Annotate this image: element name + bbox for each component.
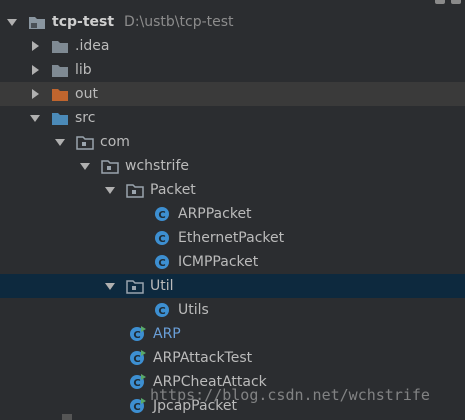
svg-text:C: C xyxy=(133,378,140,389)
svg-text:C: C xyxy=(158,306,165,317)
source-folder-icon xyxy=(51,110,69,126)
tree-row-out[interactable]: out xyxy=(0,82,465,106)
folder-label: src xyxy=(75,110,96,126)
class-label: ARP xyxy=(153,326,181,342)
class-icon: C xyxy=(154,206,172,222)
project-path: D:\ustb\tcp-test xyxy=(124,14,234,30)
tree-row-arppacket[interactable]: C ARPPacket xyxy=(0,202,465,226)
toolbar-button-icon[interactable] xyxy=(451,0,461,4)
chevron-down-icon[interactable] xyxy=(104,184,116,196)
class-icon: C xyxy=(154,230,172,246)
toolbar-button-icon[interactable] xyxy=(435,0,445,4)
package-label: Packet xyxy=(150,182,196,198)
project-name: tcp-test xyxy=(52,14,115,30)
tree-row-utils[interactable]: C Utils xyxy=(0,298,465,322)
class-label: ICMPPacket xyxy=(178,254,259,270)
runnable-class-icon: C xyxy=(129,398,147,414)
class-label: JpcapPacket xyxy=(153,398,237,414)
class-label: ARPCheatAttack xyxy=(153,374,267,390)
folder-label: out xyxy=(75,86,98,102)
class-label: ARPPacket xyxy=(178,206,252,222)
svg-text:C: C xyxy=(133,402,140,413)
tree-row-wchstrife[interactable]: wchstrife xyxy=(0,154,465,178)
class-icon: C xyxy=(154,254,172,270)
class-label: ARPAttackTest xyxy=(153,350,253,366)
chevron-down-icon[interactable] xyxy=(54,136,66,148)
folder-label: .idea xyxy=(75,38,110,54)
tree-row-ethernetpacket[interactable]: C EthernetPacket xyxy=(0,226,465,250)
svg-text:C: C xyxy=(133,354,140,365)
package-icon xyxy=(101,158,119,174)
folder-icon xyxy=(51,62,69,78)
tree-row-arpcheatattack[interactable]: C ARPCheatAttack xyxy=(0,370,465,394)
runnable-class-icon: C xyxy=(129,326,147,342)
tree-row-src[interactable]: src xyxy=(0,106,465,130)
runnable-class-icon: C xyxy=(129,350,147,366)
tree-row-project-root[interactable]: tcp-test D:\ustb\tcp-test xyxy=(0,10,465,34)
tree-row-icmppacket[interactable]: C ICMPPacket xyxy=(0,250,465,274)
scrollbar-thumb[interactable] xyxy=(62,414,72,420)
tree-row-idea[interactable]: .idea xyxy=(0,34,465,58)
folder-icon xyxy=(51,38,69,54)
class-icon: C xyxy=(154,302,172,318)
runnable-class-icon: C xyxy=(129,374,147,390)
project-tree: tcp-test D:\ustb\tcp-test .idea lib out xyxy=(0,0,465,420)
package-icon xyxy=(126,182,144,198)
class-label: EthernetPacket xyxy=(178,230,285,246)
chevron-down-icon[interactable] xyxy=(104,280,116,292)
excluded-folder-icon xyxy=(51,86,69,102)
tree-row-arpattacktest[interactable]: C ARPAttackTest xyxy=(0,346,465,370)
package-icon xyxy=(76,134,94,150)
svg-text:C: C xyxy=(158,210,165,221)
package-label: com xyxy=(100,134,130,150)
package-label: wchstrife xyxy=(125,158,189,174)
chevron-down-icon[interactable] xyxy=(29,112,41,124)
toolbar-corner xyxy=(433,0,465,24)
chevron-right-icon[interactable] xyxy=(29,40,41,52)
package-label: Util xyxy=(150,278,174,294)
tree-row-com[interactable]: com xyxy=(0,130,465,154)
tree-row-packet[interactable]: Packet xyxy=(0,178,465,202)
svg-text:C: C xyxy=(133,330,140,341)
class-label: Utils xyxy=(178,302,209,318)
svg-text:C: C xyxy=(158,234,165,245)
folder-label: lib xyxy=(75,62,92,78)
chevron-down-icon[interactable] xyxy=(6,16,18,28)
tree-row-arp[interactable]: C ARP xyxy=(0,322,465,346)
tree-row-util[interactable]: Util xyxy=(0,274,465,298)
project-folder-icon xyxy=(28,14,46,30)
chevron-right-icon[interactable] xyxy=(29,88,41,100)
tree-row-lib[interactable]: lib xyxy=(0,58,465,82)
chevron-down-icon[interactable] xyxy=(79,160,91,172)
package-icon xyxy=(126,278,144,294)
chevron-right-icon[interactable] xyxy=(29,64,41,76)
svg-text:C: C xyxy=(158,258,165,269)
